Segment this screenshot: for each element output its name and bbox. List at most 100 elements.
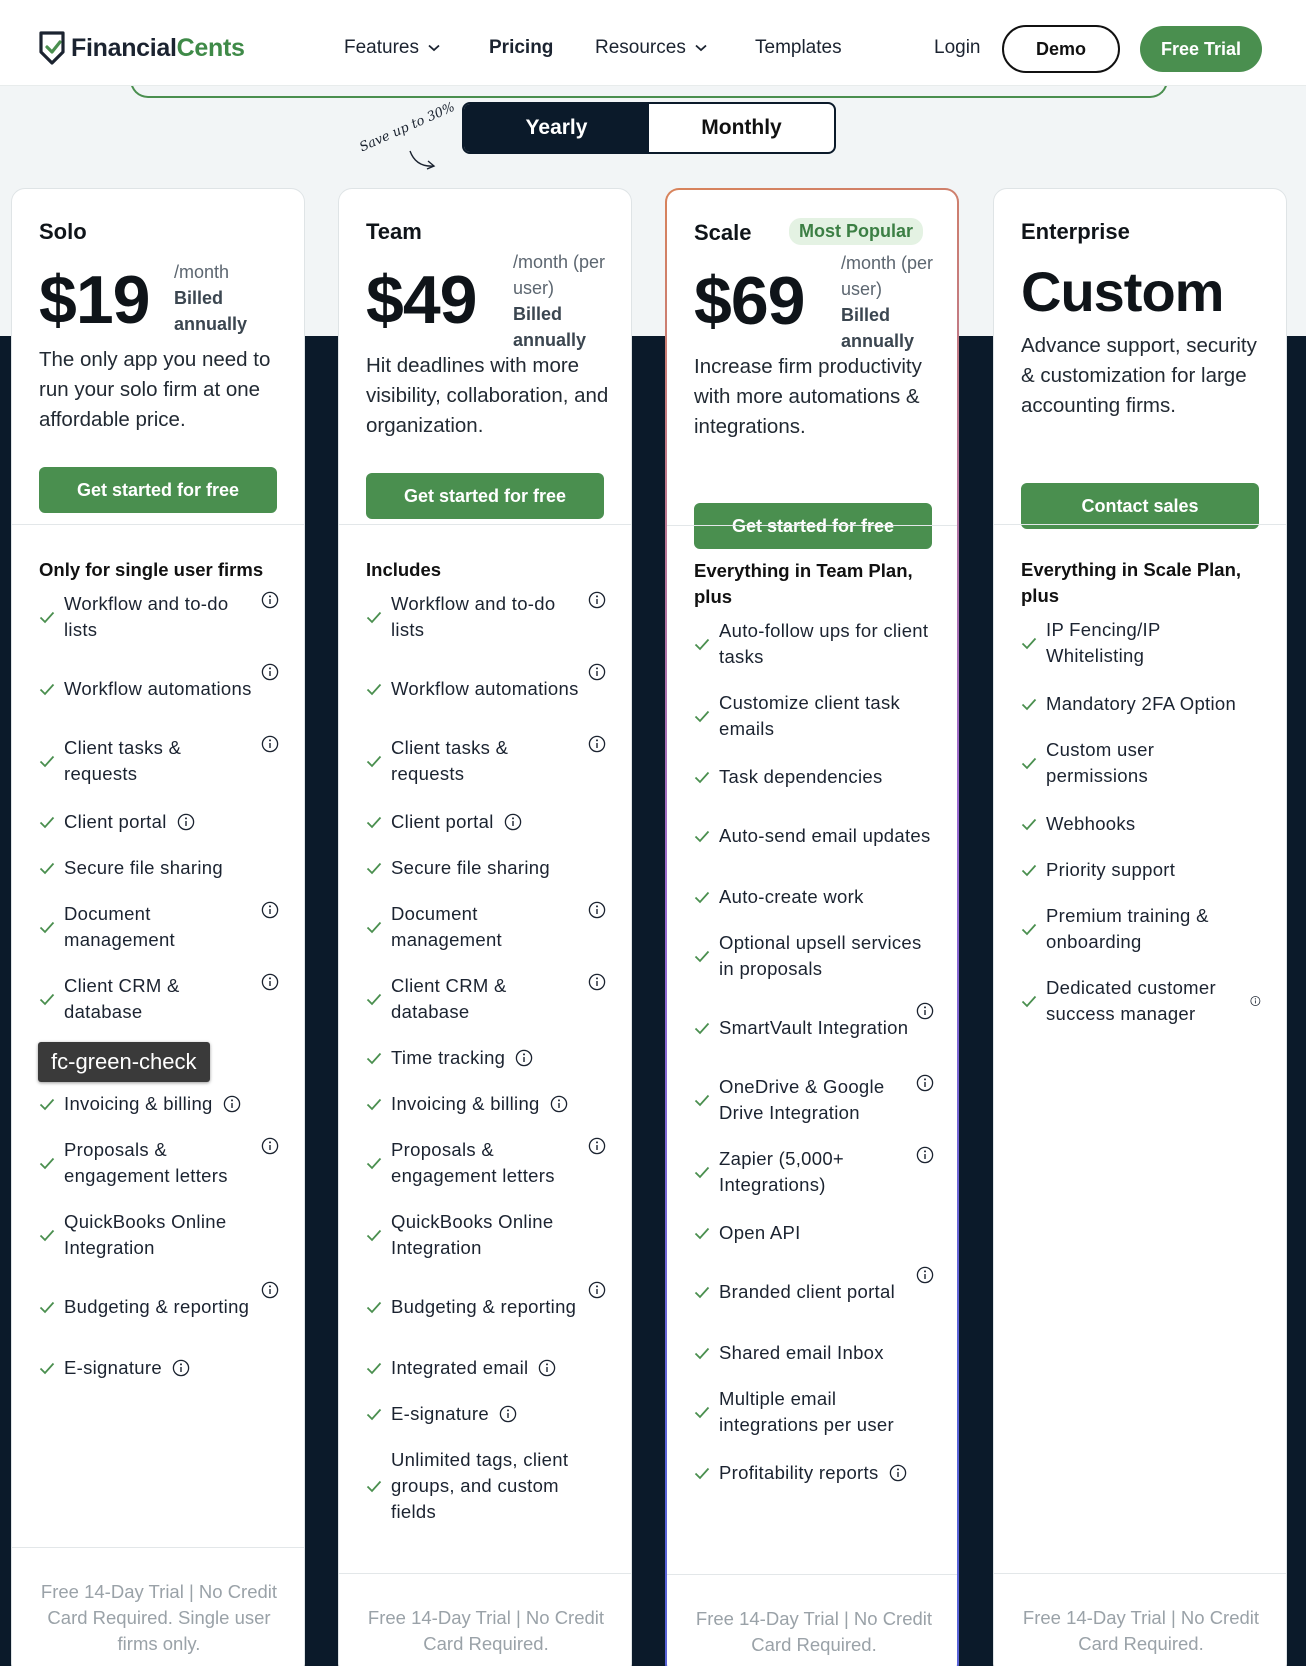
info-icon[interactable] [261,1281,279,1299]
green-check-icon [694,830,710,843]
info-icon[interactable] [1250,992,1261,1010]
green-check-icon [39,993,55,1006]
billing-note: Billed annually [841,305,915,351]
card-footer-divider [339,1573,631,1574]
nav-pricing[interactable]: Pricing [489,37,553,59]
green-check-icon [366,755,382,768]
most-popular-badge: Most Popular [789,218,924,245]
feature-label: Workflow automations [64,678,252,699]
feature-label: OneDrive & Google Drive Integration [719,1076,885,1123]
nav-resources[interactable]: Resources [595,37,707,59]
green-check-icon [39,1362,55,1375]
nav-templates[interactable]: Templates [755,37,842,59]
nav-features[interactable]: Features [344,37,440,59]
feature-label: Invoicing & billing [64,1093,213,1114]
info-icon[interactable] [588,901,606,919]
top-navbar: FinancialCents Features Pricing Resource… [0,0,1306,86]
nav-pricing-label: Pricing [489,37,554,58]
plan-price: $69 [694,263,805,339]
info-icon[interactable] [588,1281,606,1299]
info-icon[interactable] [177,813,195,831]
green-check-icon [1021,923,1037,936]
plan-name: Enterprise [1021,219,1130,244]
green-check-icon [694,771,710,784]
feature-label: SmartVault Integration [719,1017,909,1038]
contact-sales-button[interactable]: Contact sales [1021,483,1259,529]
info-icon[interactable] [550,1095,568,1113]
info-icon[interactable] [889,1464,907,1482]
feature-item: Priority support [1021,857,1261,883]
feature-label: Shared email Inbox [719,1342,884,1363]
monthly-toggle-option[interactable]: Monthly [649,104,834,152]
plan-name: Scale [694,220,752,245]
feature-item: Zapier (5,000+ Integrations) [694,1146,934,1198]
info-icon[interactable] [261,663,279,681]
logo-text: FinancialCents [71,33,245,62]
feature-item: Premium training & onboarding [1021,903,1261,955]
info-icon[interactable] [538,1359,556,1377]
green-check-icon [39,1301,55,1314]
nav-resources-label: Resources [595,37,686,58]
green-check-icon [366,862,382,875]
info-icon[interactable] [261,591,279,609]
info-icon[interactable] [588,591,606,609]
info-icon[interactable] [261,1137,279,1155]
info-icon[interactable] [172,1359,190,1377]
get-started-button[interactable]: Get started for free [39,467,277,513]
nav-templates-label: Templates [755,37,842,58]
feature-item: Shared email Inbox [694,1340,934,1366]
info-icon[interactable] [261,901,279,919]
feature-label: Customize client task emails [719,692,901,739]
yearly-toggle-option[interactable]: Yearly [464,104,649,152]
feature-label: Workflow automations [391,678,579,699]
feature-label: Multiple email integrations per user [719,1388,894,1435]
feature-item: SmartVault Integration [694,1002,934,1054]
feature-item: Custom user permissions [1021,737,1261,789]
login-link[interactable]: Login [934,37,981,59]
info-icon[interactable] [261,973,279,991]
feature-item: Time tracking [366,1045,606,1071]
info-icon[interactable] [916,1002,934,1020]
financialcents-logo[interactable]: FinancialCents [38,30,245,66]
feature-label: Open API [719,1222,801,1243]
get-started-button[interactable]: Get started for free [694,503,932,549]
price-period: /month Billed annually [174,259,264,337]
info-icon[interactable] [916,1074,934,1092]
card-divider [12,524,304,525]
plan-description: Increase firm productivity with more aut… [694,355,922,438]
info-icon[interactable] [499,1405,517,1423]
nav-features-label: Features [344,37,419,58]
green-check-icon [366,1098,382,1111]
price-period-text: /month [174,262,230,282]
feature-item: Client CRM & database [366,973,606,1025]
info-icon[interactable] [588,973,606,991]
info-icon[interactable] [223,1095,241,1113]
green-check-icon [366,1157,382,1170]
info-icon[interactable] [588,1137,606,1155]
feature-label: Premium training & onboarding [1046,905,1209,952]
green-check-icon [694,1227,710,1240]
info-icon[interactable] [588,735,606,753]
green-check-icon [39,862,55,875]
feature-item: Secure file sharing [366,855,606,881]
feature-label: Auto-follow ups for client tasks [719,620,929,667]
info-icon[interactable] [261,735,279,753]
info-icon[interactable] [504,813,522,831]
feature-item: Open API [694,1220,934,1246]
feature-label: Proposals & engagement letters [391,1139,555,1186]
feature-label: Workflow and to-do lists [64,593,229,640]
info-icon[interactable] [916,1146,934,1164]
green-check-icon [694,891,710,904]
feature-item: Optional upsell services in proposals [694,930,934,982]
info-icon[interactable] [916,1266,934,1284]
feature-label: Proposals & engagement letters [64,1139,228,1186]
info-icon[interactable] [588,663,606,681]
feature-label: Client tasks & requests [391,737,509,784]
price-period-text: /month (per user) [513,252,606,298]
info-icon[interactable] [515,1049,533,1067]
free-trial-button[interactable]: Free Trial [1140,26,1262,72]
demo-button[interactable]: Demo [1002,25,1120,73]
feature-item: Auto-create work [694,884,934,910]
get-started-button[interactable]: Get started for free [366,473,604,519]
feature-item: Client CRM & database [39,973,279,1025]
